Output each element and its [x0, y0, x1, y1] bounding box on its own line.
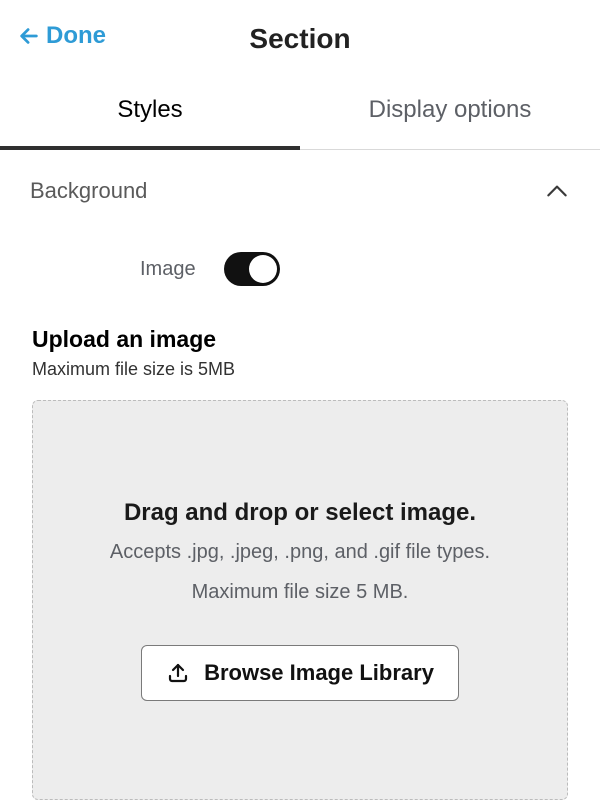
dropzone-title: Drag and drop or select image. — [124, 499, 476, 527]
upload-icon — [166, 661, 190, 685]
upload-block: Upload an image Maximum file size is 5MB — [0, 292, 600, 380]
back-done-label: Done — [46, 22, 106, 50]
arrow-left-icon — [18, 25, 40, 47]
header-bar: Done Section — [0, 0, 600, 78]
chevron-up-icon — [544, 178, 570, 204]
background-section-header[interactable]: Background — [0, 150, 600, 214]
image-toggle[interactable] — [224, 252, 280, 286]
image-toggle-label: Image — [140, 258, 196, 281]
dropzone-maxsize-line: Maximum file size 5 MB. — [192, 577, 409, 607]
tab-styles[interactable]: Styles — [0, 78, 300, 150]
back-done-button[interactable]: Done — [18, 22, 106, 50]
dropzone-accepts-line: Accepts .jpg, .jpeg, .png, and .gif file… — [110, 537, 490, 567]
tabs: Styles Display options — [0, 78, 600, 150]
image-toggle-knob — [249, 255, 277, 283]
tab-display-options[interactable]: Display options — [300, 78, 600, 149]
browse-image-library-label: Browse Image Library — [204, 660, 434, 686]
image-dropzone[interactable]: Drag and drop or select image. Accepts .… — [32, 400, 568, 800]
image-toggle-row: Image — [140, 214, 600, 292]
background-section-label: Background — [30, 178, 147, 204]
page-title: Section — [249, 23, 350, 55]
browse-image-library-button[interactable]: Browse Image Library — [141, 645, 459, 701]
upload-heading: Upload an image — [32, 326, 568, 353]
upload-subheading: Maximum file size is 5MB — [32, 359, 568, 380]
